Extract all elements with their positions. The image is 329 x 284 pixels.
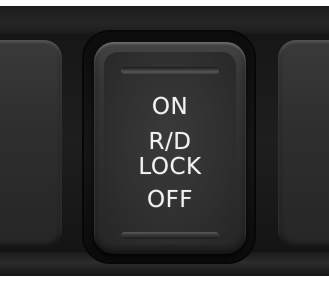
adjacent-switch-left (0, 40, 62, 248)
switch-label-off: OFF (146, 187, 194, 213)
switch-label-lock: LOCK (138, 154, 202, 180)
switch-top-ridge (121, 67, 219, 74)
switch-label-rd: R/D (148, 129, 192, 155)
panel-top-edge (0, 6, 329, 34)
adjacent-switch-right (278, 40, 329, 248)
switch-label-on: ON (151, 94, 189, 120)
switch-bottom-ridge (121, 232, 219, 239)
dashboard-switch-photo: ON R/D LOCK OFF (0, 0, 329, 284)
